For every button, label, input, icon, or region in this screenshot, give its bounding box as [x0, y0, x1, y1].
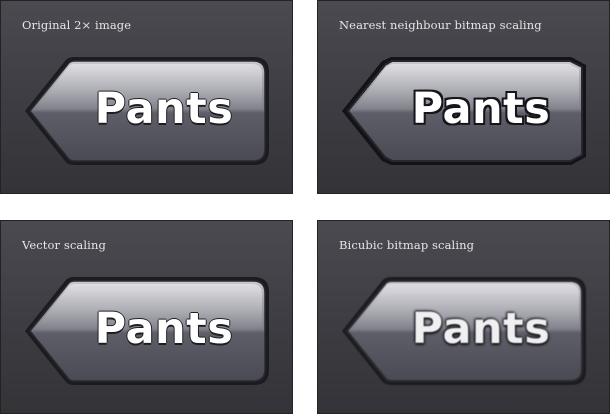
panel-caption: Vector scaling — [22, 238, 106, 252]
back-button[interactable]: Pants — [21, 273, 273, 389]
back-button[interactable]: Pants — [21, 53, 273, 169]
panel-nearest-neighbour: Nearest neighbour bitmap scaling Pants — [317, 0, 610, 194]
back-button[interactable]: Pants — [338, 273, 590, 389]
panel-original-2x: Original 2× image Pants — [0, 0, 293, 194]
button-label: Pants — [94, 304, 234, 354]
panel-bicubic-scaling: Bicubic bitmap scaling Pants — [317, 220, 610, 414]
button-label: Pants — [411, 304, 551, 354]
back-button[interactable]: Pants — [338, 53, 590, 169]
panel-caption: Original 2× image — [22, 18, 132, 32]
panel-caption: Bicubic bitmap scaling — [339, 238, 475, 252]
panel-vector-scaling: Vector scaling Pants — [0, 220, 293, 414]
button-label: Pants — [411, 84, 551, 134]
button-label: Pants — [94, 84, 234, 134]
panel-caption: Nearest neighbour bitmap scaling — [339, 18, 542, 32]
